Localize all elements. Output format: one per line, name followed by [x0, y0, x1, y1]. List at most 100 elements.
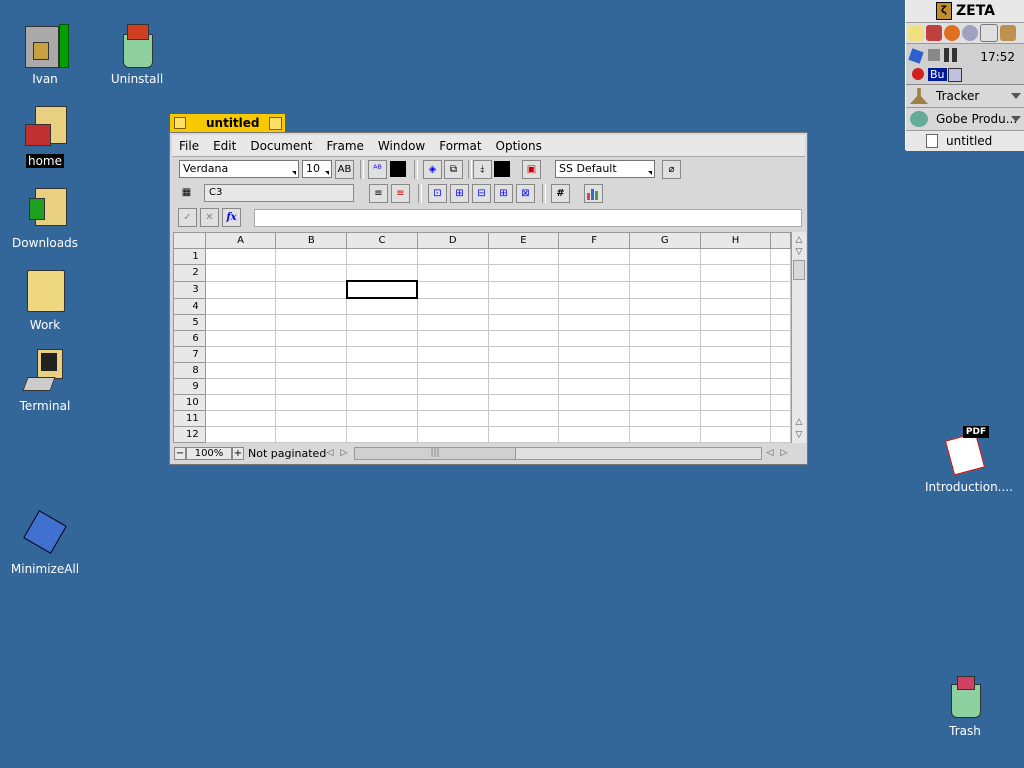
desktop-icon-home[interactable]: home	[5, 102, 85, 168]
row-header[interactable]: 11	[173, 410, 206, 427]
cell[interactable]	[346, 248, 418, 265]
cell[interactable]	[699, 346, 772, 363]
close-button[interactable]	[174, 117, 186, 129]
font-select[interactable]: Verdana	[179, 160, 299, 178]
cell-reference-field[interactable]: C3	[204, 184, 354, 202]
cell[interactable]	[628, 264, 701, 282]
select-all-corner[interactable]	[173, 232, 206, 249]
cell[interactable]	[628, 410, 701, 427]
cell[interactable]	[275, 346, 348, 363]
formula-input[interactable]	[254, 209, 802, 227]
cell[interactable]	[628, 346, 701, 363]
column-header[interactable]: F	[558, 232, 630, 249]
cell[interactable]	[558, 314, 630, 331]
row-header[interactable]: 12	[173, 426, 206, 443]
cell[interactable]	[416, 362, 489, 379]
cell[interactable]	[628, 426, 701, 443]
cell[interactable]	[558, 378, 630, 395]
ticket-icon[interactable]	[908, 25, 924, 41]
cell[interactable]	[487, 346, 560, 363]
cell[interactable]	[487, 394, 560, 411]
cell[interactable]	[275, 426, 348, 443]
cell[interactable]	[346, 314, 418, 331]
cell[interactable]	[699, 378, 772, 395]
cell[interactable]	[699, 314, 772, 331]
border-outer-icon[interactable]: ⊡	[428, 184, 447, 203]
desktop-icon-terminal[interactable]: Terminal	[5, 347, 85, 413]
cell[interactable]	[699, 248, 772, 265]
row-header[interactable]: 8	[173, 362, 206, 379]
cell[interactable]	[275, 248, 348, 265]
cell[interactable]	[558, 426, 630, 443]
cell[interactable]	[204, 280, 277, 299]
column-header[interactable]: G	[628, 232, 701, 249]
row-header[interactable]: 1	[173, 248, 206, 265]
cell[interactable]	[628, 297, 701, 315]
column-header[interactable]: E	[487, 232, 560, 249]
row-header[interactable]: 9	[173, 378, 206, 395]
input-method-badge[interactable]: Bu	[928, 68, 947, 81]
cpu-meter-icon-2[interactable]	[952, 48, 957, 62]
cell[interactable]	[346, 426, 418, 443]
cell[interactable]	[558, 394, 630, 411]
chart-icon[interactable]	[584, 184, 603, 203]
row-header[interactable]: 5	[173, 314, 206, 331]
border-none-icon[interactable]: ⊠	[516, 184, 535, 203]
window-tab[interactable]: untitled	[169, 113, 286, 133]
package-icon[interactable]	[1000, 25, 1016, 41]
cell[interactable]	[487, 330, 560, 347]
cell[interactable]	[628, 314, 701, 331]
cell[interactable]	[558, 362, 630, 379]
cell[interactable]	[699, 410, 772, 427]
cell[interactable]	[204, 248, 277, 265]
cell[interactable]	[699, 394, 772, 411]
cell[interactable]	[699, 330, 772, 347]
cell[interactable]	[487, 280, 560, 299]
cell[interactable]	[416, 280, 489, 299]
deskbar-window-untitled[interactable]: untitled	[906, 131, 1024, 151]
cell[interactable]	[487, 410, 560, 427]
deskbar-menu-button[interactable]: ζ ZETA	[906, 0, 1024, 23]
cell[interactable]	[487, 248, 560, 265]
cell[interactable]	[275, 297, 348, 315]
cell[interactable]	[628, 362, 701, 379]
align-right-icon[interactable]: ≡	[391, 184, 410, 203]
scroll-up-icon-bottom[interactable]: △	[793, 416, 805, 428]
column-header[interactable]: B	[275, 232, 348, 249]
cell[interactable]	[345, 280, 419, 299]
cell[interactable]	[275, 362, 348, 379]
menu-file[interactable]: File	[172, 139, 206, 153]
cell[interactable]	[416, 410, 489, 427]
border-vertical-icon[interactable]: ⊞	[450, 184, 469, 203]
accept-icon[interactable]: ✓	[178, 208, 197, 227]
cell[interactable]	[628, 378, 701, 395]
cell[interactable]	[558, 280, 630, 299]
cell[interactable]	[487, 378, 560, 395]
column-header[interactable]: D	[416, 232, 489, 249]
cpu-meter-icon[interactable]	[944, 48, 949, 62]
align-left-icon[interactable]: ≡	[369, 184, 388, 203]
firefox-icon[interactable]	[944, 25, 960, 41]
cell[interactable]	[416, 297, 489, 315]
line-color-swatch[interactable]	[494, 161, 510, 177]
cell[interactable]	[628, 280, 701, 299]
cell[interactable]	[628, 394, 701, 411]
column-header[interactable]: C	[346, 232, 418, 249]
zoom-out-button[interactable]: −	[174, 447, 186, 460]
cell[interactable]	[204, 426, 277, 443]
cell[interactable]	[346, 297, 418, 315]
text-color-icon[interactable]: ᴬᴮ	[368, 160, 387, 179]
table-icon[interactable]: ▦	[177, 184, 196, 203]
cell[interactable]	[487, 314, 560, 331]
cell[interactable]	[699, 264, 772, 282]
zoom-in-button[interactable]: +	[232, 447, 244, 460]
cell[interactable]	[699, 280, 772, 299]
cell[interactable]	[204, 362, 277, 379]
cell[interactable]	[558, 346, 630, 363]
font-size-select[interactable]: 10	[302, 160, 332, 178]
cell[interactable]	[628, 248, 701, 265]
cell[interactable]	[416, 264, 489, 282]
cell[interactable]	[558, 410, 630, 427]
arrange-icon[interactable]: ⧉	[444, 160, 463, 179]
cell[interactable]	[275, 394, 348, 411]
